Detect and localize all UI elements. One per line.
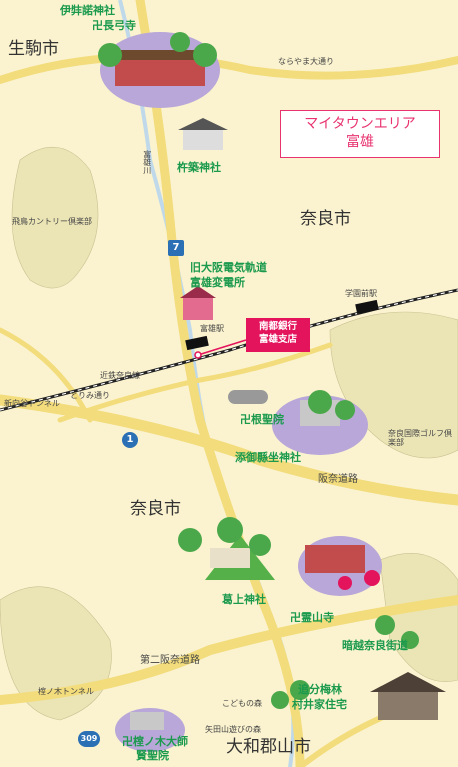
landmark-old-substation-2: 富雄変電所: [190, 276, 245, 289]
area-title-line1: マイタウンエリア: [304, 116, 416, 132]
landmark-soumimata-shrine: 添御縣坐神社: [235, 451, 301, 464]
place-asuka-golf: 飛鳥カントリー倶楽部: [12, 217, 92, 226]
landmark-old-substation-1: 旧大阪電気軌道: [190, 261, 267, 274]
road-kurakai-kaido: 暗越奈良街道: [342, 639, 408, 652]
bank-name: 南都銀行: [258, 321, 297, 332]
place-yatayama-forest: 矢田山遊びの森: [205, 725, 261, 734]
route-309-shield: 309: [78, 731, 100, 747]
city-label-nara-south: 奈良市: [130, 499, 181, 519]
area-title-box: マイタウンエリア 富雄: [280, 110, 440, 158]
road-narayama-dori: ならやま大通り: [278, 57, 334, 66]
city-label-yamatokoriyama: 大和郡山市: [226, 737, 311, 757]
route-7-shield: 7: [168, 240, 184, 256]
place-kodomo-forest: こどもの森: [222, 699, 262, 708]
landmark-chokyuji: 卍長弓寺: [92, 19, 136, 32]
landmark-murai-house: 村井家住宅: [292, 698, 347, 711]
landmark-oiwake-bairin: 追分梅林: [298, 683, 342, 696]
place-nara-golf: 奈良国際ゴルフ倶楽部: [388, 429, 452, 447]
city-label-nara-north: 奈良市: [300, 209, 351, 229]
tunnel-shin-ikoma: 新向谷トンネル: [4, 399, 60, 408]
landmark-kenshoin: 賢聖院: [136, 749, 169, 762]
area-title-line2: 富雄: [346, 134, 374, 151]
city-label-ikoma: 生駒市: [8, 39, 59, 59]
road-daini-hanna: 第二阪奈道路: [140, 655, 200, 666]
station-tomio[interactable]: 富雄駅: [200, 324, 224, 334]
landmark-kinetsu-shrine: 杵築神社: [177, 161, 221, 174]
landmark-hinoki-daishi: 卍榁ノ木大師: [122, 735, 188, 748]
bank-branch-marker[interactable]: 南都銀行 富雄支店: [246, 318, 310, 352]
road-torimi-dori: とりみ通り: [70, 391, 110, 400]
branch-name: 富雄支店: [258, 333, 297, 345]
landmark-reizanji: 卍霊山寺: [290, 611, 334, 624]
landmark-izanagi-shrine: 伊弉諾神社: [60, 4, 115, 17]
tunnel-muronoki: 榁ノ木トンネル: [38, 687, 94, 696]
route-1-shield: 1: [122, 432, 138, 448]
station-gakuenmae[interactable]: 学園前駅: [345, 289, 377, 299]
landmark-nejoin: 卍根聖院: [240, 413, 284, 426]
label-tomio-river: 富雄川: [142, 150, 152, 174]
road-hanna: 阪奈道路: [318, 474, 358, 485]
rail-kintetsu-nara-line: 近鉄奈良線: [100, 371, 140, 380]
landmark-kazurakami-shrine: 葛上神社: [222, 593, 266, 606]
